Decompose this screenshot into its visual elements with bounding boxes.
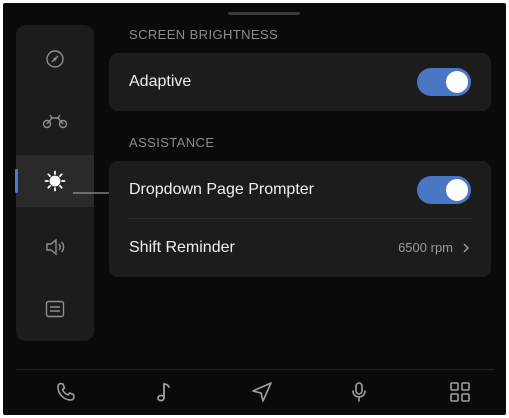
sidebar-item-sound[interactable] [16,221,94,273]
bottom-item-apps[interactable] [445,377,475,407]
assistance-card: Dropdown Page Prompter Shift Reminder 65… [109,161,491,277]
bottom-item-phone[interactable] [51,377,81,407]
bottom-item-navigation[interactable] [247,377,277,407]
dropdown-page-prompter-toggle[interactable] [417,176,471,204]
shift-reminder-value: 6500 rpm [398,240,453,255]
brightness-card: Adaptive [109,53,491,111]
settings-panel-icon [45,300,65,318]
dropdown-page-prompter-row[interactable]: Dropdown Page Prompter [109,161,491,219]
sidebar-item-gauge[interactable] [16,33,94,85]
drag-handle[interactable] [228,12,300,15]
shift-reminder-label: Shift Reminder [129,239,235,256]
adaptive-toggle[interactable] [417,68,471,96]
adaptive-row[interactable]: Adaptive [109,53,491,111]
apps-grid-icon [449,381,471,403]
active-indicator [15,169,18,193]
chevron-right-icon [459,241,473,255]
sidebar [15,25,94,341]
sidebar-item-system[interactable] [16,283,94,335]
bottom-item-music[interactable] [149,377,179,407]
section-title-screen-brightness: SCREEN BRIGHTNESS [129,27,279,42]
bottom-item-voice[interactable] [344,377,374,407]
settings-screen: SCREEN BRIGHTNESS Adaptive ASSISTANCE Dr… [3,3,506,415]
music-note-icon [155,381,173,403]
brightness-icon [44,170,66,192]
gauge-icon [45,49,65,69]
motorcycle-icon [42,113,68,129]
sidebar-item-vehicle[interactable] [16,95,94,147]
dropdown-page-prompter-label: Dropdown Page Prompter [129,181,314,198]
phone-icon [55,381,77,403]
section-title-assistance: ASSISTANCE [129,135,215,150]
shift-reminder-row[interactable]: Shift Reminder 6500 rpm [109,219,491,277]
adaptive-label: Adaptive [129,73,192,90]
toggle-knob [446,179,468,201]
microphone-icon [350,381,368,403]
toggle-knob [446,71,468,93]
navigation-icon [251,381,273,403]
speaker-icon [44,238,66,256]
bottom-bar-divider [16,369,494,370]
sidebar-item-display[interactable] [15,155,94,207]
